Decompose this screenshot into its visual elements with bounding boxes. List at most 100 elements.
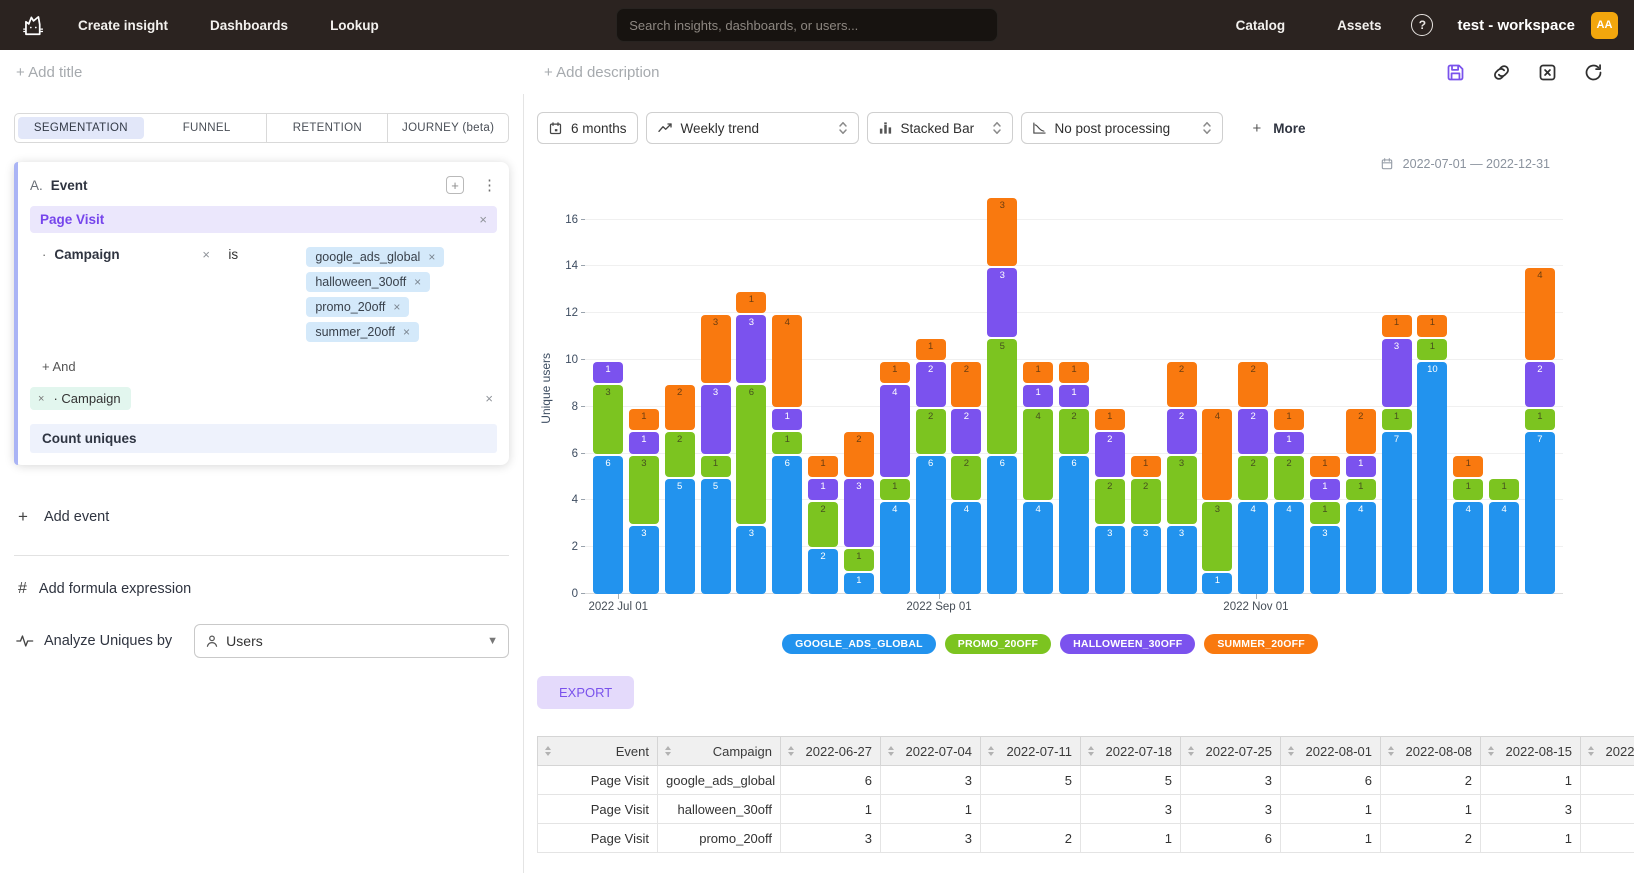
bar-segment-promo-20off[interactable]: 1 [1489, 479, 1519, 500]
bar-segment-halloween-30off[interactable]: 1 [1023, 385, 1053, 406]
filter-chip-halloween-30off[interactable]: halloween_30off× [306, 272, 430, 292]
bar-segment-summer-20off[interactable]: 1 [736, 292, 766, 313]
bar-segment-summer-20off[interactable]: 1 [1382, 315, 1412, 336]
bar-segment-summer-20off[interactable]: 2 [951, 362, 981, 407]
bar-segment-summer-20off[interactable]: 2 [1167, 362, 1197, 407]
sort-icon[interactable] [888, 746, 894, 756]
remove-chip-icon[interactable]: × [428, 250, 435, 264]
bar-2022-08-08[interactable]: 2211 [808, 456, 838, 594]
bar-segment-google-ads-global[interactable]: 2 [808, 549, 838, 594]
bar-segment-promo-20off[interactable]: 1 [1525, 409, 1555, 430]
bar-segment-summer-20off[interactable]: 1 [1023, 362, 1053, 383]
bar-segment-google-ads-global[interactable]: 4 [1489, 502, 1519, 594]
bar-segment-google-ads-global[interactable]: 6 [916, 456, 946, 594]
bar-2022-10-17[interactable]: 3322 [1167, 362, 1197, 594]
search-input[interactable]: Search insights, dashboards, or users... [616, 8, 998, 42]
bar-segment-promo-20off[interactable]: 2 [1059, 409, 1089, 454]
bar-segment-summer-20off[interactable]: 2 [665, 385, 695, 430]
bar-segment-halloween-30off[interactable]: 1 [772, 409, 802, 430]
remove-chip-icon[interactable]: × [393, 300, 400, 314]
sort-icon[interactable] [1388, 746, 1394, 756]
bar-segment-halloween-30off[interactable]: 1 [1310, 479, 1340, 500]
filter-operator[interactable]: is [228, 247, 306, 262]
bar-2022-09-12[interactable]: 6533 [987, 198, 1017, 594]
bar-segment-promo-20off[interactable]: 1 [772, 432, 802, 453]
avatar[interactable]: AA [1591, 12, 1618, 39]
column-header-event[interactable]: Event [538, 737, 658, 766]
nav-item-lookup[interactable]: Lookup [330, 18, 379, 33]
aggregation-selector[interactable]: Count uniques [30, 424, 497, 453]
nav-item-create-insight[interactable]: Create insight [78, 18, 168, 33]
bar-segment-halloween-30off[interactable]: 2 [1095, 432, 1125, 477]
bar-segment-promo-20off[interactable]: 1 [1453, 479, 1483, 500]
bar-segment-halloween-30off[interactable]: 1 [593, 362, 623, 383]
bar-segment-promo-20off[interactable]: 6 [736, 385, 766, 523]
tab-journey-beta[interactable]: JOURNEY (beta) [388, 114, 508, 142]
bar-2022-08-29[interactable]: 6221 [916, 339, 946, 594]
bar-segment-google-ads-global[interactable]: 5 [665, 479, 695, 594]
bar-2022-09-26[interactable]: 6211 [1059, 362, 1089, 594]
bar-segment-halloween-30off[interactable]: 1 [1274, 432, 1304, 453]
bar-segment-halloween-30off[interactable]: 1 [808, 479, 838, 500]
bar-segment-google-ads-global[interactable]: 4 [1346, 502, 1376, 594]
add-and-condition[interactable]: + And [30, 359, 497, 374]
bar-segment-google-ads-global[interactable]: 6 [1059, 456, 1089, 594]
bar-segment-summer-20off[interactable]: 2 [844, 432, 874, 477]
bar-2022-11-14[interactable]: 3111 [1310, 456, 1340, 594]
bar-segment-halloween-30off[interactable]: 3 [1382, 339, 1412, 407]
bar-segment-promo-20off[interactable]: 1 [1417, 339, 1447, 360]
bar-2022-07-25[interactable]: 3631 [736, 292, 766, 594]
sort-icon[interactable] [545, 746, 551, 756]
bar-segment-promo-20off[interactable]: 2 [1131, 479, 1161, 524]
bar-segment-halloween-30off[interactable]: 4 [880, 385, 910, 477]
column-header-2022-07-04[interactable]: 2022-07-04 [881, 737, 981, 766]
link-icon[interactable] [1490, 61, 1512, 83]
bar-2022-11-21[interactable]: 4112 [1346, 409, 1376, 594]
chart-date-range[interactable]: 2022-07-01 — 2022-12-31 [537, 157, 1634, 171]
legend-promo-20off[interactable]: PROMO_20OFF [945, 634, 1051, 654]
bar-2022-08-22[interactable]: 4141 [880, 362, 910, 594]
bar-segment-summer-20off[interactable]: 2 [1238, 362, 1268, 407]
bar-segment-google-ads-global[interactable]: 4 [1238, 502, 1268, 594]
bar-segment-summer-20off[interactable]: 3 [987, 198, 1017, 266]
column-header-2022-08-08[interactable]: 2022-08-08 [1381, 737, 1481, 766]
bar-segment-summer-20off[interactable]: 1 [1274, 409, 1304, 430]
bar-segment-google-ads-global[interactable]: 4 [1453, 502, 1483, 594]
bar-segment-google-ads-global[interactable]: 3 [1310, 526, 1340, 594]
bar-segment-halloween-30off[interactable]: 1 [1346, 456, 1376, 477]
bar-segment-google-ads-global[interactable]: 3 [1095, 526, 1125, 594]
remove-chip-icon[interactable]: × [414, 275, 421, 289]
bar-segment-halloween-30off[interactable]: 2 [916, 362, 946, 407]
add-title-button[interactable]: + Add title [16, 64, 82, 81]
bar-segment-summer-20off[interactable]: 1 [1310, 456, 1340, 477]
bar-segment-halloween-30off[interactable]: 3 [736, 315, 766, 383]
bar-segment-summer-20off[interactable]: 1 [1131, 456, 1161, 477]
bar-segment-promo-20off[interactable]: 1 [844, 549, 874, 570]
help-icon[interactable]: ? [1411, 14, 1433, 36]
bar-segment-halloween-30off[interactable]: 2 [1238, 409, 1268, 454]
column-header-2022-07-18[interactable]: 2022-07-18 [1081, 737, 1181, 766]
bar-segment-google-ads-global[interactable]: 7 [1382, 432, 1412, 594]
bar-2022-11-07[interactable]: 4211 [1274, 409, 1304, 594]
bar-segment-halloween-30off[interactable]: 3 [987, 268, 1017, 336]
bar-segment-promo-20off[interactable]: 1 [701, 456, 731, 477]
bar-2022-09-19[interactable]: 4411 [1023, 362, 1053, 594]
bar-2022-12-05[interactable]: 1011 [1417, 315, 1447, 594]
workspace-name[interactable]: test - workspace [1457, 17, 1575, 34]
sort-icon[interactable] [1188, 746, 1194, 756]
filter-property[interactable]: Campaign [54, 247, 202, 262]
bar-segment-google-ads-global[interactable]: 3 [629, 526, 659, 594]
tab-funnel[interactable]: FUNNEL [147, 114, 268, 142]
bar-2022-10-03[interactable]: 3221 [1095, 409, 1125, 594]
post-processing-select[interactable]: No post processing [1021, 112, 1223, 144]
remove-event-icon[interactable]: × [479, 212, 487, 227]
refresh-icon[interactable] [1582, 61, 1604, 83]
column-header-2022-08-15[interactable]: 2022-08-15 [1481, 737, 1581, 766]
bar-segment-summer-20off[interactable]: 1 [916, 339, 946, 360]
bar-segment-summer-20off[interactable]: 1 [1417, 315, 1447, 336]
bar-2022-11-28[interactable]: 7131 [1382, 315, 1412, 594]
bar-segment-halloween-30off[interactable]: 2 [1167, 409, 1197, 454]
bar-segment-promo-20off[interactable]: 4 [1023, 409, 1053, 501]
sort-icon[interactable] [1588, 746, 1594, 756]
bar-2022-06-27[interactable]: 631 [593, 362, 623, 594]
